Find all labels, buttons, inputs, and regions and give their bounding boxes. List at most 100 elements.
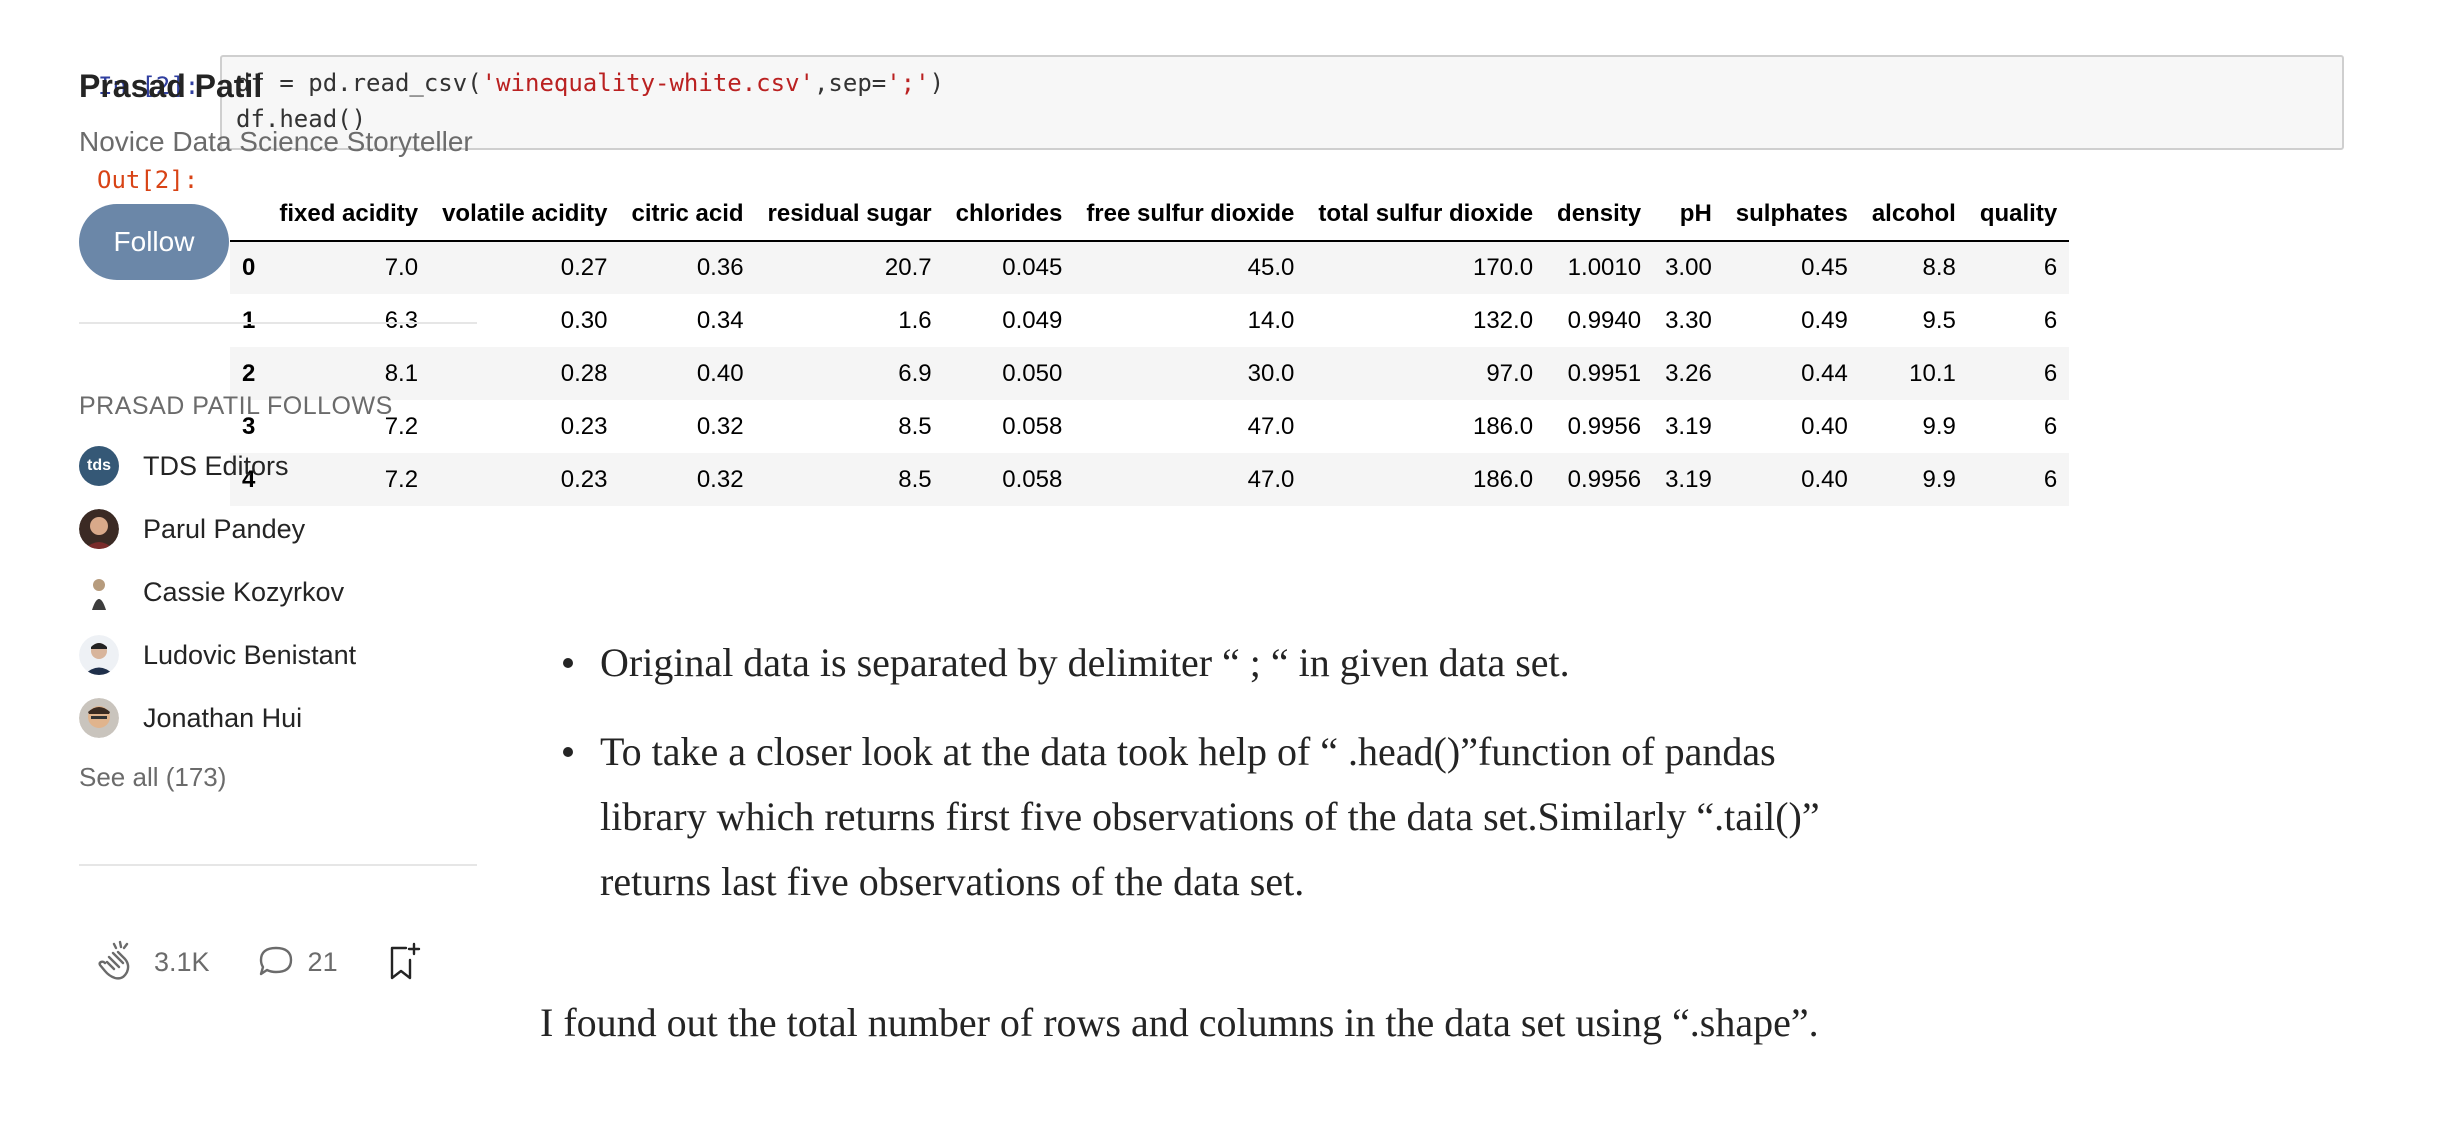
table-cell: 3.00 (1665, 254, 1712, 281)
table-cell: 0.9951 (1567, 359, 1642, 387)
comment-bubble-icon (259, 946, 292, 976)
table-cell: 10.1 (1909, 359, 1956, 387)
table-body: 0 7.0 0.27 0.36 20.7 0.045 45.0 170.0 1.0010 3.00… (230, 241, 2070, 506)
avatar-person-icon (79, 635, 119, 675)
column-header: sulphates (1723, 188, 1860, 242)
table-cell: 30.0 (1247, 359, 1295, 387)
table-cell: 0.058 (1002, 412, 1063, 440)
row-index: 0 (242, 254, 256, 281)
code-text: df = pd.read_csv( (236, 69, 482, 97)
avatar (79, 635, 119, 675)
clap-count: 3.1K (154, 946, 210, 977)
table-cell: 0.050 (1002, 359, 1063, 387)
follow-item-tds-editors[interactable]: tds TDS Editors (79, 444, 289, 488)
follow-item-jonathan-hui[interactable]: Jonathan Hui (79, 696, 302, 740)
table-cell: 3.19 (1665, 465, 1712, 493)
avatar (79, 509, 119, 549)
avatar-person-icon (79, 572, 119, 612)
responses-button[interactable]: 21 (256, 942, 338, 982)
table-cell: 8.5 (898, 465, 932, 493)
table-row: 1 6.3 0.30 0.34 1.6 0.049 14.0 132.0 0.9940 3.30 0… (230, 294, 2069, 347)
table-cell: 6 (2043, 359, 2058, 387)
table-cell: 7.0 (384, 254, 419, 281)
table-cell: 0.28 (560, 359, 608, 387)
article-actions: 3.1K 21 (94, 932, 470, 992)
article-body: Original data is separated by delimiter … (540, 630, 1840, 1045)
table-cell: 170.0 (1472, 254, 1534, 281)
table-cell: 9.5 (1922, 306, 1956, 334)
code-text: ) (929, 69, 945, 97)
bullet-item: Original data is separated by delimiter … (563, 630, 1840, 695)
follow-item-parul-pandey[interactable]: Parul Pandey (79, 507, 305, 551)
table-cell: 0.45 (1801, 254, 1848, 281)
table-cell: 3.19 (1665, 412, 1712, 440)
table-cell: 0.40 (696, 359, 744, 387)
table-cell: 1.0010 (1567, 254, 1642, 281)
column-header: residual sugar (755, 188, 944, 242)
column-header: density (1545, 188, 1654, 242)
column-header: total sulfur dioxide (1306, 188, 1546, 242)
follow-item-ludovic-benistant[interactable]: Ludovic Benistant (79, 633, 356, 677)
tds-logo-icon: tds (79, 446, 119, 486)
column-header: free sulfur dioxide (1074, 188, 1307, 242)
article-paragraph: I found out the total number of rows and… (540, 1000, 1819, 1045)
table-cell: 8.8 (1922, 254, 1956, 281)
table-cell: 0.30 (560, 306, 608, 334)
clap-icon (98, 940, 130, 980)
table-cell: 7.2 (384, 465, 419, 493)
table-cell: 0.32 (696, 412, 744, 440)
table-cell: 6.3 (384, 306, 419, 334)
follow-name: Parul Pandey (143, 513, 306, 544)
follow-name: Ludovic Benistant (143, 639, 357, 670)
table-cell: 47.0 (1247, 412, 1295, 440)
table-cell: 0.32 (696, 465, 744, 493)
table-cell: 3.30 (1665, 306, 1712, 334)
table-cell: 186.0 (1472, 465, 1534, 493)
table-cell: 3.26 (1665, 359, 1712, 387)
row-index: 1 (242, 306, 256, 334)
table-row: 2 8.1 0.28 0.40 6.9 0.050 30.0 97.0 0.9951 3.26 0.… (230, 347, 2070, 400)
index-header (230, 188, 268, 242)
table-cell: 0.36 (696, 254, 744, 281)
table-cell: 0.40 (1801, 412, 1848, 440)
divider (79, 864, 477, 866)
follow-item-cassie-kozyrkov[interactable]: Cassie Kozyrkov (79, 570, 344, 614)
avatar-person-icon (79, 509, 119, 549)
author-bio: Novice Data Science Storyteller (79, 126, 473, 157)
follows-heading: PRASAD PATIL FOLLOWS (79, 392, 393, 420)
follow-name: Jonathan Hui (143, 702, 303, 733)
table-cell: 14.0 (1247, 306, 1295, 334)
column-header: volatile acidity (430, 188, 620, 242)
table-cell: 0.23 (560, 465, 608, 493)
table-cell: 0.9940 (1567, 306, 1642, 334)
bullet-item: To take a closer look at the data took h… (563, 719, 1840, 914)
follow-name: Cassie Kozyrkov (143, 576, 345, 607)
table-cell: 1.6 (898, 306, 932, 334)
table-cell: 0.049 (1002, 306, 1063, 334)
dataframe-table: fixed acidity volatile acidity citric acid… (230, 188, 2070, 506)
table-cell: 47.0 (1247, 465, 1295, 493)
table-row: 3 7.2 0.23 0.32 8.5 0.058 47.0 186.0 0.9956 3.19 0… (230, 400, 2069, 453)
see-all-link[interactable]: See all (173) (79, 762, 226, 793)
table-cell: 0.49 (1801, 306, 1848, 334)
author-name[interactable]: Prasad Patil (79, 68, 262, 105)
table-cell: 0.045 (1002, 254, 1063, 281)
column-header: chlorides (943, 188, 1075, 242)
clap-button[interactable]: 3.1K (94, 938, 210, 986)
table-cell: 0.058 (1002, 465, 1063, 493)
table-cell: 0.27 (560, 254, 608, 281)
table-cell: 0.34 (696, 306, 744, 334)
table-cell: 20.7 (884, 254, 932, 281)
table-cell: 6 (2043, 412, 2058, 440)
follow-button[interactable]: Follow (79, 204, 229, 280)
table-cell: 0.44 (1801, 359, 1848, 387)
code-string: ';' (886, 69, 930, 97)
avatar (79, 698, 119, 738)
code-cell: df = pd.read_csv('winequality-white.csv'… (220, 55, 2344, 150)
avatar-person-icon (79, 698, 119, 738)
code-string: 'winequality-white.csv' (481, 69, 814, 97)
bookmark-button[interactable] (384, 940, 424, 984)
table-cell: 6 (2043, 465, 2058, 493)
bookmark-add-icon (390, 942, 420, 980)
table-cell: 6 (2043, 254, 2058, 281)
